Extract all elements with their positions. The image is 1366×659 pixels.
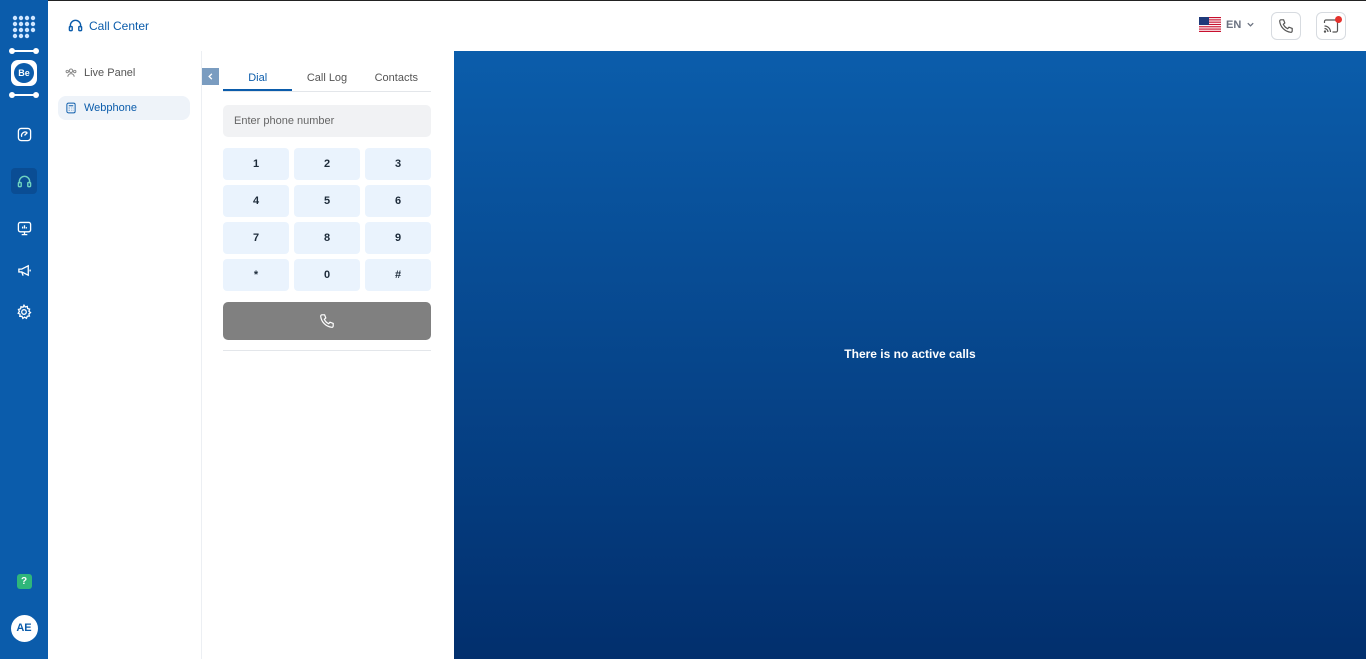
top-header: Call Center EN — [48, 0, 1366, 51]
key-1[interactable]: 1 — [223, 148, 289, 180]
tab-contacts[interactable]: Contacts — [362, 68, 431, 91]
divider — [223, 350, 431, 351]
key-3[interactable]: 3 — [365, 148, 431, 180]
dashboard-icon — [17, 127, 31, 141]
brand-logo: Be — [11, 60, 37, 86]
collapse-panel-button[interactable] — [202, 68, 219, 85]
key-2[interactable]: 2 — [294, 148, 360, 180]
active-calls-area: There is no active calls — [454, 51, 1366, 659]
rail-dashboard[interactable] — [0, 120, 48, 148]
call-button[interactable] — [223, 302, 431, 340]
rail-call-center[interactable] — [0, 167, 48, 195]
cast-button[interactable] — [1316, 12, 1346, 40]
brand-divider-bottom — [9, 92, 39, 98]
phone-button[interactable] — [1271, 12, 1301, 40]
dialer-tabs: Dial Call Log Contacts — [223, 68, 431, 92]
module-title: Call Center — [68, 18, 149, 33]
rail-settings[interactable] — [0, 298, 48, 326]
avatar: AE — [10, 614, 38, 642]
tab-call-log[interactable]: Call Log — [292, 68, 361, 91]
key-7[interactable]: 7 — [223, 222, 289, 254]
apps-grid-icon[interactable] — [0, 14, 48, 40]
key-hash[interactable]: # — [365, 259, 431, 291]
dialer-panel: Dial Call Log Contacts 1 2 3 4 5 6 7 8 9… — [201, 51, 454, 659]
key-4[interactable]: 4 — [223, 185, 289, 217]
help-button[interactable]: ? — [0, 572, 48, 590]
submenu-item-label: Live Panel — [84, 67, 136, 79]
users-icon — [65, 68, 77, 77]
headset-icon — [17, 175, 31, 187]
key-5[interactable]: 5 — [294, 185, 360, 217]
chevron-left-icon — [208, 73, 213, 80]
brand-divider-top — [9, 48, 39, 54]
language-code: EN — [1226, 18, 1242, 31]
brand-text: Be — [14, 63, 34, 83]
notification-dot — [1335, 16, 1342, 23]
tab-dial[interactable]: Dial — [223, 68, 293, 91]
us-flag-icon — [1199, 17, 1221, 32]
rail-monitor[interactable] — [0, 214, 48, 242]
user-menu[interactable]: AE — [0, 614, 48, 642]
megaphone-icon — [17, 264, 31, 276]
brand-switcher[interactable]: Be — [0, 44, 48, 102]
empty-state-message: There is no active calls — [844, 347, 976, 361]
key-9[interactable]: 9 — [365, 222, 431, 254]
monitor-icon — [17, 221, 31, 235]
page-title: Call Center — [89, 18, 150, 33]
phone-icon — [320, 314, 334, 328]
submenu-item-live-panel[interactable]: Live Panel — [58, 61, 190, 85]
webphone-icon — [66, 102, 76, 114]
headset-icon — [68, 19, 83, 32]
phone-number-input[interactable] — [223, 105, 431, 137]
submenu: Live Panel Webphone — [48, 51, 201, 659]
key-star[interactable]: * — [223, 259, 289, 291]
left-rail: Be ? AE — [0, 0, 48, 659]
language-selector[interactable]: EN — [1199, 17, 1255, 32]
key-6[interactable]: 6 — [365, 185, 431, 217]
key-8[interactable]: 8 — [294, 222, 360, 254]
phone-icon — [1279, 19, 1293, 33]
submenu-item-webphone[interactable]: Webphone — [58, 96, 190, 120]
keypad: 1 2 3 4 5 6 7 8 9 * 0 # — [223, 148, 431, 291]
rail-campaigns[interactable] — [0, 256, 48, 284]
key-0[interactable]: 0 — [294, 259, 360, 291]
chevron-down-icon — [1247, 22, 1254, 27]
submenu-item-label: Webphone — [84, 102, 138, 114]
help-icon: ? — [16, 573, 32, 589]
settings-icon — [17, 304, 32, 320]
